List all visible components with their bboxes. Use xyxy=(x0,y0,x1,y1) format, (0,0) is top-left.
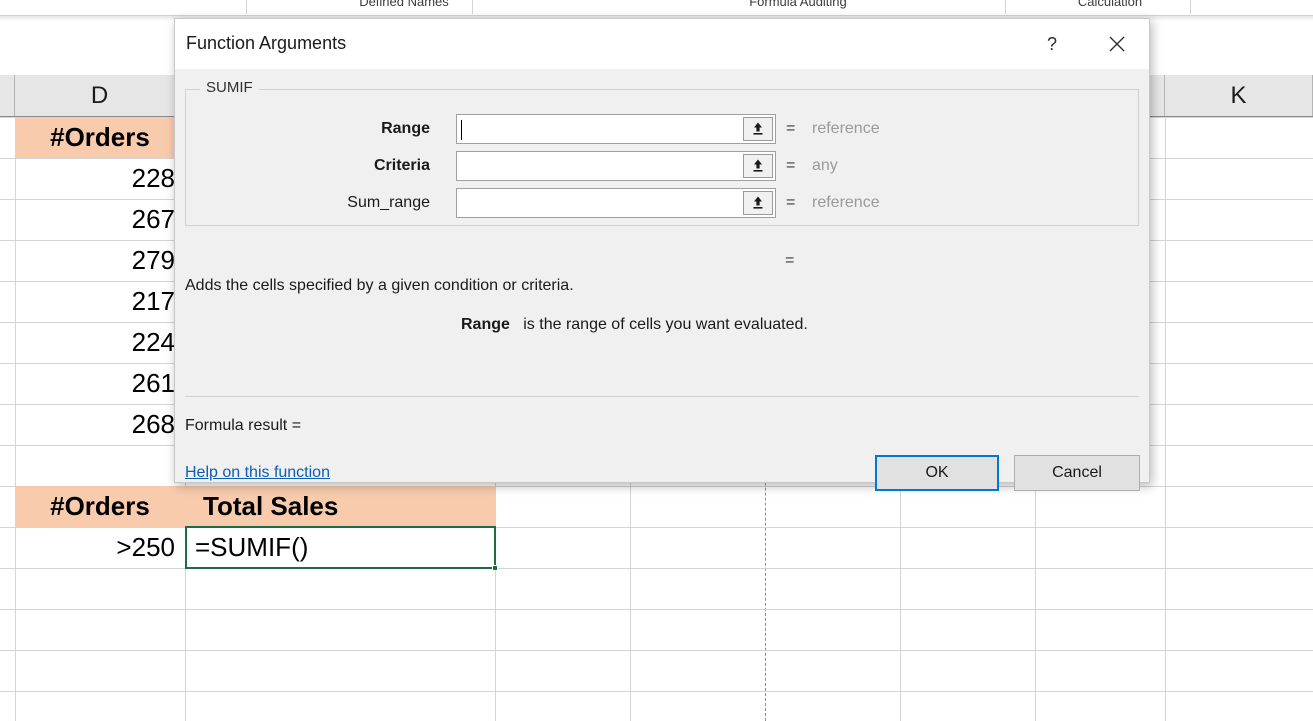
argument-type-range: reference xyxy=(812,120,880,137)
ribbon-group-defined-names[interactable]: Defined Names xyxy=(316,0,492,9)
function-description: Adds the cells specified by a given cond… xyxy=(185,277,574,294)
gridline-horizontal xyxy=(0,609,1313,610)
cell-criteria-value[interactable]: >250 xyxy=(15,527,185,568)
range-selector-icon[interactable] xyxy=(743,117,773,141)
gridline-vertical xyxy=(1165,117,1166,721)
cancel-button[interactable]: Cancel xyxy=(1014,455,1140,491)
criteria-input[interactable] xyxy=(457,152,666,169)
sum-range-input[interactable] xyxy=(457,189,666,206)
function-name-label: SUMIF xyxy=(200,79,259,96)
argument-description-text: is the range of cells you want evaluated… xyxy=(523,316,808,333)
cell-d-orders-header[interactable]: #Orders xyxy=(15,117,185,158)
range-selector-icon[interactable] xyxy=(743,154,773,178)
cell-d-value[interactable]: 268 xyxy=(15,404,185,445)
cell-d-value[interactable]: 217 xyxy=(15,281,185,322)
svg-text:?: ? xyxy=(1047,34,1057,54)
dialog-title: Function Arguments xyxy=(186,33,347,53)
ribbon-separator xyxy=(1005,0,1006,14)
function-arguments-dialog: Function Arguments ? SUMIF Range = refer… xyxy=(174,18,1150,491)
column-header-c[interactable] xyxy=(0,75,15,116)
dialog-title-bar: Function Arguments ? xyxy=(175,19,1149,69)
ok-button[interactable]: OK xyxy=(875,455,999,491)
cell-d-value[interactable]: 261 xyxy=(15,363,185,404)
argument-input-wrap-range[interactable] xyxy=(456,114,776,144)
ribbon-group-calculation[interactable]: Calculation xyxy=(1038,0,1182,9)
question-mark-icon[interactable]: ? xyxy=(1030,29,1074,59)
argument-type-sum-range: reference xyxy=(812,194,880,211)
excel-window: Defined Names Formula Auditing Calculati… xyxy=(0,0,1313,721)
cell-lower-total-sales-header[interactable]: Total Sales xyxy=(185,486,495,527)
argument-row-range: Range = reference xyxy=(186,114,1126,144)
dialog-body: SUMIF Range = reference Criteria = any S… xyxy=(175,69,1149,491)
range-selector-icon[interactable] xyxy=(743,191,773,215)
argument-input-wrap-sum-range[interactable] xyxy=(456,188,776,218)
argument-equals-criteria: = xyxy=(786,157,796,174)
active-cell-total-sales[interactable]: =SUMIF() xyxy=(185,526,496,569)
argument-row-criteria: Criteria = any xyxy=(186,151,1126,181)
function-group-box: SUMIF Range = reference Criteria = any S… xyxy=(185,79,1139,226)
cell-lower-orders-header[interactable]: #Orders xyxy=(15,486,185,527)
cell-d-value[interactable]: 267 xyxy=(15,199,185,240)
ribbon-separator xyxy=(472,0,473,14)
formula-result-label: Formula result = xyxy=(185,417,302,434)
gridline-horizontal xyxy=(0,691,1313,692)
dialog-divider xyxy=(185,396,1139,397)
result-equals-sign: = xyxy=(785,252,795,269)
text-caret xyxy=(461,120,462,140)
cell-d-value[interactable]: 279 xyxy=(15,240,185,281)
help-on-this-function-link[interactable]: Help on this function xyxy=(185,464,330,482)
column-header-d[interactable]: D xyxy=(15,75,185,116)
range-input[interactable] xyxy=(457,115,666,132)
argument-equals-sum-range: = xyxy=(786,194,796,211)
argument-type-criteria: any xyxy=(812,157,838,174)
argument-description-name: Range xyxy=(461,316,510,333)
ribbon-separator xyxy=(246,0,247,14)
argument-label-range: Range xyxy=(381,120,430,137)
column-header-k[interactable]: K xyxy=(1165,75,1313,116)
gridline-horizontal xyxy=(0,650,1313,651)
close-icon[interactable] xyxy=(1095,29,1139,59)
cell-d-value[interactable]: 228 xyxy=(15,158,185,199)
argument-input-wrap-criteria[interactable] xyxy=(456,151,776,181)
argument-description: Range is the range of cells you want eva… xyxy=(461,316,808,334)
argument-label-criteria: Criteria xyxy=(373,157,430,174)
ribbon-strip: Defined Names Formula Auditing Calculati… xyxy=(0,0,1313,16)
cell-d-value[interactable]: 224 xyxy=(15,322,185,363)
ribbon-separator xyxy=(1190,0,1191,14)
ribbon-group-formula-auditing[interactable]: Formula Auditing xyxy=(708,0,888,9)
argument-equals-range: = xyxy=(786,120,796,137)
argument-label-sum-range: Sum_range xyxy=(347,194,430,211)
fill-handle[interactable] xyxy=(492,565,498,571)
argument-row-sum-range: Sum_range = reference xyxy=(186,188,1126,218)
